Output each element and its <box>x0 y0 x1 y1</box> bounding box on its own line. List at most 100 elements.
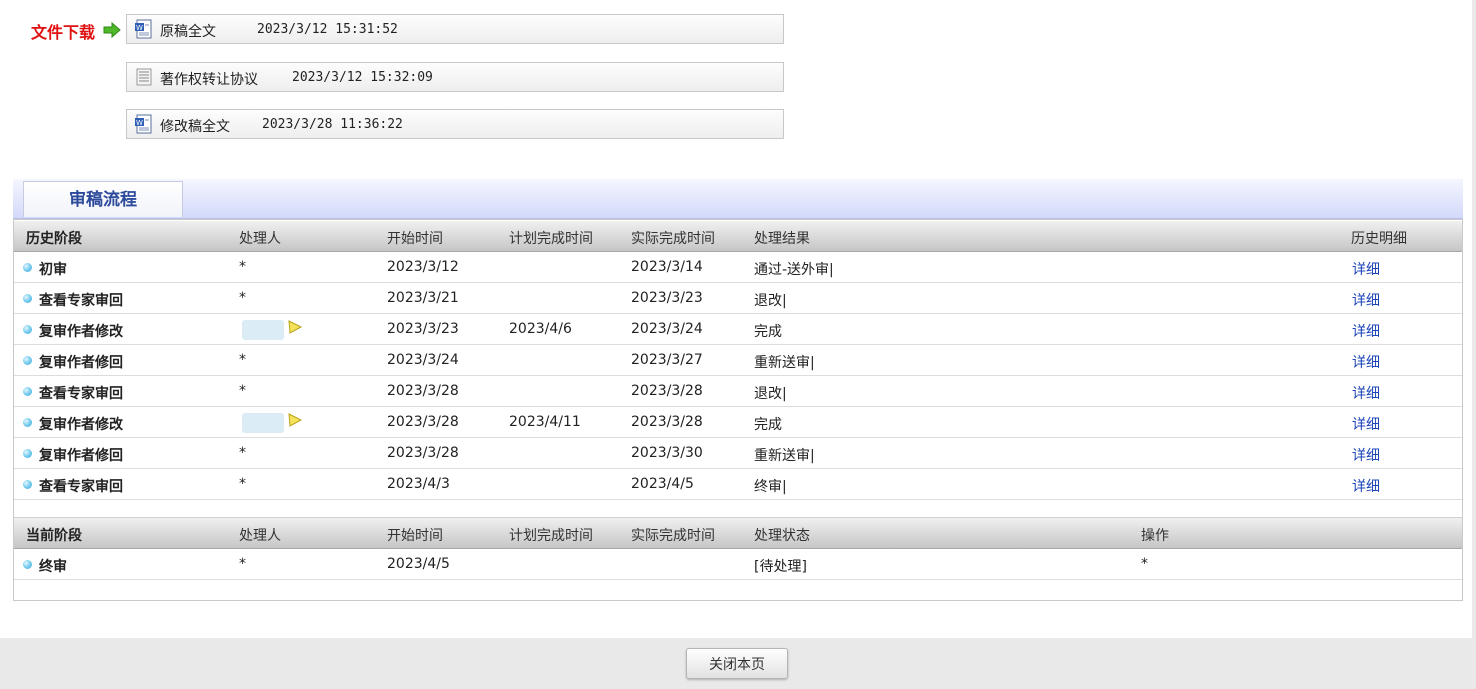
result: 退改| <box>754 293 787 309</box>
bullet-icon <box>23 418 32 427</box>
history-row: 查看专家审回 * 2023/3/21 2023/3/23 退改| 详细 <box>14 283 1462 314</box>
col-header-handler: 处理人 <box>239 528 281 544</box>
planned-time: 2023/4/11 <box>509 414 581 430</box>
start-time: 2023/3/21 <box>387 290 459 306</box>
start-time: 2023/3/12 <box>387 259 459 275</box>
col-header-planned: 计划完成时间 <box>509 231 593 247</box>
bullet-icon <box>23 480 32 489</box>
bullet-icon <box>23 356 32 365</box>
bullet-icon <box>23 294 32 303</box>
col-header-planned: 计划完成时间 <box>509 528 593 544</box>
stage-name: 复审作者修改 <box>39 417 123 433</box>
svg-text:W: W <box>136 24 143 32</box>
col-header-actual: 实际完成时间 <box>631 528 715 544</box>
svg-text:W: W <box>136 119 143 127</box>
history-row: 复审作者修回 * 2023/3/28 2023/3/30 重新送审| 详细 <box>14 438 1462 469</box>
col-header-actual: 实际完成时间 <box>631 231 715 247</box>
detail-link[interactable]: 详细 <box>1352 414 1380 434</box>
redacted-handler <box>242 413 284 433</box>
handler: * <box>239 556 246 572</box>
stage-name: 查看专家审回 <box>39 479 123 495</box>
col-header-start: 开始时间 <box>387 528 443 544</box>
current-header-row: 当前阶段 处理人 开始时间 计划完成时间 实际完成时间 处理状态 操作 <box>14 518 1462 549</box>
history-row: 复审作者修改 2023/3/23 2023/4/6 2023/3/24 完成 详… <box>14 314 1462 345</box>
close-page-button[interactable]: 关闭本页 <box>686 648 788 679</box>
file-date: 2023/3/28 11:36:22 <box>262 117 403 132</box>
text-doc-icon <box>136 68 152 86</box>
bullet-icon <box>23 449 32 458</box>
start-time: 2023/3/28 <box>387 414 459 430</box>
file-name[interactable]: 原稿全文 <box>160 21 216 41</box>
handler: * <box>239 352 246 368</box>
action: * <box>1141 556 1148 572</box>
actual-time: 2023/3/27 <box>631 352 703 368</box>
file-date: 2023/3/12 15:31:52 <box>257 22 398 37</box>
actual-time: 2023/3/28 <box>631 414 703 430</box>
file-download-original[interactable]: W 原稿全文 2023/3/12 15:31:52 <box>126 14 784 44</box>
file-download-copyright[interactable]: 著作权转让协议 2023/3/12 15:32:09 <box>126 62 784 92</box>
handler: * <box>239 383 246 399</box>
detail-link[interactable]: 详细 <box>1352 290 1380 310</box>
planned-time: 2023/4/6 <box>509 321 572 337</box>
actual-time: 2023/3/24 <box>631 321 703 337</box>
col-header-action: 操作 <box>1141 528 1169 544</box>
section-title-tab[interactable]: 审稿流程 <box>23 181 183 217</box>
result: 终审| <box>754 479 787 495</box>
result: 通过-送外审| <box>754 262 834 278</box>
col-header-handler: 处理人 <box>239 231 281 247</box>
history-row: 查看专家审回 * 2023/3/28 2023/3/28 退改| 详细 <box>14 376 1462 407</box>
col-header-start: 开始时间 <box>387 231 443 247</box>
stage-name: 查看专家审回 <box>39 386 123 402</box>
word-doc-icon: W <box>135 19 152 39</box>
stage-name: 复审作者修改 <box>39 324 123 340</box>
start-time: 2023/3/28 <box>387 383 459 399</box>
stage-name: 终审 <box>39 559 67 575</box>
col-header-detail: 历史明细 <box>1351 231 1407 247</box>
detail-link[interactable]: 详细 <box>1352 352 1380 372</box>
bullet-icon <box>23 387 32 396</box>
scrollbar-edge <box>1472 0 1476 689</box>
actual-time: 2023/3/28 <box>631 383 703 399</box>
table-spacer <box>14 500 1462 518</box>
history-row: 复审作者修回 * 2023/3/24 2023/3/27 重新送审| 详细 <box>14 345 1462 376</box>
bullet-icon <box>23 263 32 272</box>
bullet-icon <box>23 325 32 334</box>
file-name[interactable]: 著作权转让协议 <box>160 69 258 89</box>
result: 重新送审| <box>754 448 815 464</box>
history-header-row: 历史阶段 处理人 开始时间 计划完成时间 实际完成时间 处理结果 历史明细 <box>14 221 1462 252</box>
actual-time: 2023/3/23 <box>631 290 703 306</box>
current-row: 终审 * 2023/4/5 [待处理] * <box>14 549 1462 580</box>
start-time: 2023/3/28 <box>387 445 459 461</box>
detail-link[interactable]: 详细 <box>1352 445 1380 465</box>
stage-name: 复审作者修回 <box>39 448 123 464</box>
section-header-bar: 审稿流程 <box>13 179 1463 219</box>
detail-link[interactable]: 详细 <box>1352 259 1380 279</box>
start-time: 2023/4/3 <box>387 476 450 492</box>
col-header-stage: 历史阶段 <box>26 231 82 247</box>
bullet-icon <box>23 560 32 569</box>
col-header-result: 处理结果 <box>754 231 810 247</box>
history-row: 查看专家审回 * 2023/4/3 2023/4/5 终审| 详细 <box>14 469 1462 500</box>
actual-time: 2023/3/14 <box>631 259 703 275</box>
flag-icon[interactable] <box>287 320 303 336</box>
file-date: 2023/3/12 15:32:09 <box>292 70 433 85</box>
col-header-current-stage: 当前阶段 <box>26 528 82 544</box>
start-time: 2023/3/24 <box>387 352 459 368</box>
detail-link[interactable]: 详细 <box>1352 321 1380 341</box>
result: 退改| <box>754 386 787 402</box>
handler: * <box>239 290 246 306</box>
detail-link[interactable]: 详细 <box>1352 383 1380 403</box>
history-row: 初审 * 2023/3/12 2023/3/14 通过-送外审| 详细 <box>14 252 1462 283</box>
start-time: 2023/3/23 <box>387 321 459 337</box>
result: 重新送审| <box>754 355 815 371</box>
start-time: 2023/4/5 <box>387 556 450 572</box>
file-name[interactable]: 修改稿全文 <box>160 116 230 136</box>
flag-icon[interactable] <box>287 413 303 429</box>
result: 完成 <box>754 324 782 340</box>
download-label: 文件下载 <box>31 23 96 42</box>
stage-name: 查看专家审回 <box>39 293 123 309</box>
detail-link[interactable]: 详细 <box>1352 476 1380 496</box>
handler: * <box>239 445 246 461</box>
file-download-revised[interactable]: W 修改稿全文 2023/3/28 11:36:22 <box>126 109 784 139</box>
actual-time: 2023/4/5 <box>631 476 694 492</box>
